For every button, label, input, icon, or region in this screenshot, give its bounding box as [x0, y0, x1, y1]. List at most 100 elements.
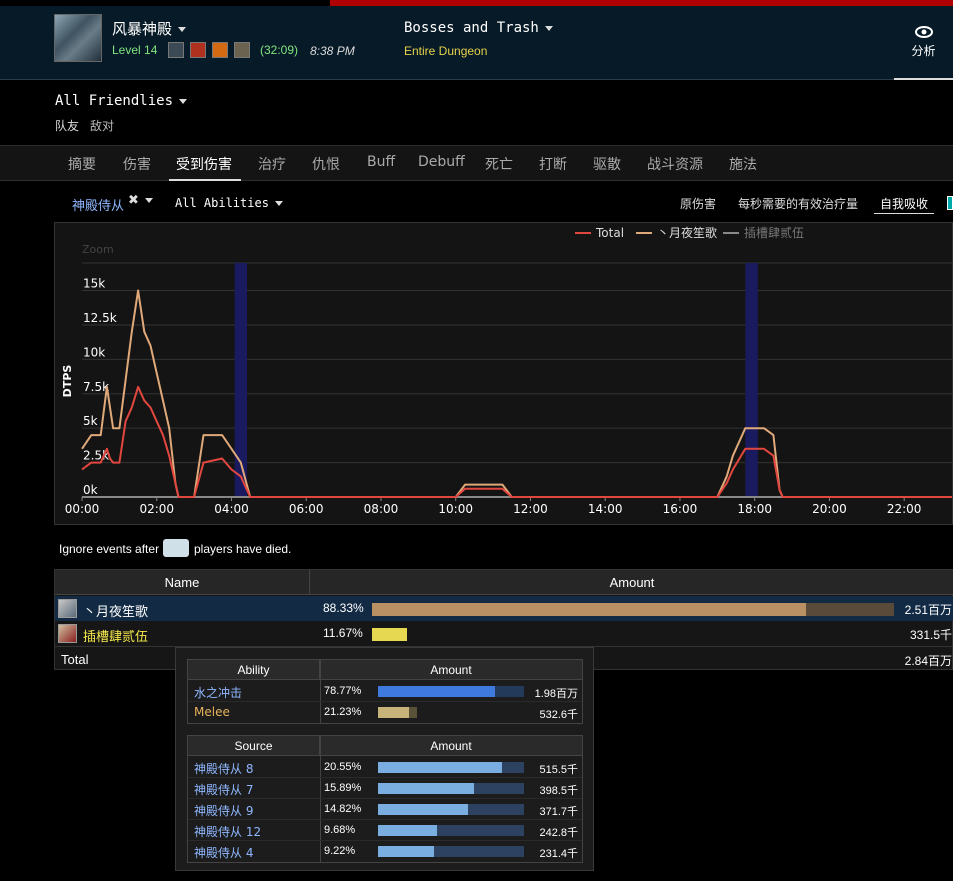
source-row[interactable]: 神殿侍从 4 9.22% 231.4千 — [188, 841, 582, 862]
group-filter-dropdown[interactable]: All Friendlies — [55, 93, 188, 109]
fight-name: Bosses and Trash — [404, 20, 539, 36]
tab-deaths[interactable]: 死亡 — [485, 154, 513, 174]
option-self-absorb[interactable]: 自我吸收 — [880, 195, 928, 212]
target-filter-label[interactable]: 神殿侍从 — [72, 195, 124, 214]
ability-row[interactable]: 水之冲击 78.77% 1.98百万 — [188, 681, 582, 702]
view-tab-bar: 摘要 伤害 受到伤害 治疗 仇恨 Buff Debuff 死亡 打断 驱散 战斗… — [0, 145, 953, 181]
group-filter-label: All Friendlies — [55, 93, 174, 109]
zone-name: 风暴神殿 — [112, 20, 173, 38]
analyze-button[interactable]: 分析 — [894, 6, 953, 80]
affix-icon-4 — [234, 42, 250, 58]
source-percent: 20.55% — [324, 761, 362, 773]
column-header-name[interactable]: Name — [55, 570, 310, 595]
y-tick-label: 15k — [83, 277, 105, 291]
source-breakdown-table: Source Amount 神殿侍从 8 20.55% 515.5千 神殿侍从 7 15… — [187, 735, 583, 863]
ability-filter-label: All Abilities — [175, 196, 269, 210]
x-tick-label: 08:00 — [364, 502, 399, 516]
fight-selector[interactable]: Bosses and Trash — [404, 20, 553, 36]
player-name[interactable]: 丶月夜笙歌 — [83, 601, 148, 620]
player-amount: 331.5千 — [909, 628, 952, 642]
tab-threat[interactable]: 仇恨 — [312, 154, 340, 174]
source-amount: 231.4千 — [539, 848, 578, 860]
player-name[interactable]: 插槽肆贰伍 — [83, 626, 148, 645]
x-tick-label: 20:00 — [812, 502, 847, 516]
source-percent: 9.68% — [324, 824, 356, 836]
x-tick-label: 02:00 — [139, 502, 174, 516]
ignore-label-before: Ignore events after — [59, 542, 160, 556]
column-header-amount: Amount — [320, 736, 582, 756]
column-header-amount: Amount — [320, 660, 582, 680]
option-toggle[interactable] — [947, 196, 953, 210]
amount-bar — [378, 846, 434, 857]
source-percent: 14.82% — [324, 803, 362, 815]
y-tick-label: 12.5k — [83, 311, 117, 325]
x-tick-label: 10:00 — [438, 502, 473, 516]
amount-bar — [372, 603, 806, 616]
fight-subtitle: Entire Dungeon — [404, 44, 488, 58]
amount-bar — [378, 825, 437, 836]
ability-name[interactable]: Melee — [194, 705, 230, 719]
source-name[interactable]: 神殿侍从 8 — [194, 760, 253, 777]
chevron-down-icon[interactable] — [144, 198, 153, 203]
class-icon-warrior — [58, 599, 77, 618]
source-name[interactable]: 神殿侍从 12 — [194, 823, 261, 840]
y-tick-label: 0k — [83, 483, 98, 497]
tab-damage-taken[interactable]: 受到伤害 — [176, 154, 232, 174]
tab-buffs[interactable]: Buff — [367, 154, 395, 170]
chevron-down-icon — [274, 201, 283, 206]
source-row[interactable]: 神殿侍从 7 15.89% 398.5千 — [188, 778, 582, 799]
tab-interrupts[interactable]: 打断 — [539, 154, 567, 174]
friendly-filter-link[interactable]: 队友 — [55, 117, 79, 134]
column-header-amount[interactable]: Amount — [310, 570, 953, 595]
x-tick-label: 06:00 — [289, 502, 324, 516]
affix-icon-1 — [168, 42, 184, 58]
ability-row[interactable]: Melee 21.23% 532.6千 — [188, 702, 582, 723]
run-clock-time: 8:38 PM — [310, 44, 355, 58]
source-name[interactable]: 神殿侍从 4 — [194, 844, 253, 861]
amount-bar — [378, 707, 409, 718]
source-row[interactable]: 神殿侍从 9 14.82% 371.7千 — [188, 799, 582, 820]
tab-resources[interactable]: 战斗资源 — [647, 154, 703, 174]
target-filter-controls[interactable]: ✖ — [128, 193, 153, 208]
source-row[interactable]: 神殿侍从 12 9.68% 242.8千 — [188, 820, 582, 841]
source-name[interactable]: 神殿侍从 7 — [194, 781, 253, 798]
tab-debuffs[interactable]: Debuff — [418, 154, 465, 170]
dtps-chart[interactable]: 0k 2.5k 5k 7.5k 10k 12.5k 15k Zoom 00:00 02:00 04:… — [54, 222, 953, 525]
option-healing-needed[interactable]: 每秒需要的有效治疗量 — [738, 195, 858, 212]
zoom-label: Zoom — [82, 243, 114, 256]
class-icon-paladin — [58, 624, 77, 643]
tab-summary[interactable]: 摘要 — [68, 154, 96, 174]
chevron-down-icon — [178, 27, 187, 32]
ability-amount: 1.98百万 — [534, 688, 578, 700]
total-label: Total — [61, 652, 89, 667]
amount-bar — [378, 783, 474, 794]
tab-damage-done[interactable]: 伤害 — [123, 154, 151, 174]
table-row[interactable]: 插槽肆贰伍 11.67% 331.5千 — [55, 621, 953, 646]
tab-dispels[interactable]: 驱散 — [593, 154, 621, 174]
player-percent: 88.33% — [323, 601, 364, 615]
table-row[interactable]: 丶月夜笙歌 88.33% 2.51百万 — [55, 596, 953, 621]
column-header-source: Source — [188, 736, 320, 756]
ignore-deaths-input[interactable] — [163, 539, 189, 557]
amount-bar — [378, 804, 468, 815]
run-timer: (32:09) — [260, 43, 299, 57]
analyze-label: 分析 — [911, 44, 936, 58]
x-tick-label: 16:00 — [663, 502, 698, 516]
tab-casts[interactable]: 施法 — [729, 154, 757, 174]
player-percent: 11.67% — [323, 626, 363, 640]
ability-percent: 78.77% — [324, 685, 362, 697]
source-amount: 371.7千 — [539, 806, 578, 818]
close-icon[interactable]: ✖ — [128, 193, 139, 208]
zone-selector[interactable]: 风暴神殿 — [112, 18, 187, 39]
series-line — [81, 385, 952, 498]
source-name[interactable]: 神殿侍从 9 — [194, 802, 253, 819]
option-raw-damage[interactable]: 原伤害 — [680, 195, 716, 212]
source-row[interactable]: 神殿侍从 8 20.55% 515.5千 — [188, 757, 582, 778]
dtps-chart-svg: 0k2.5k5k7.5k10k12.5k15kZoom00:00 02:00 04:… — [61, 225, 952, 516]
y-axis-label: DTPS — [61, 365, 74, 398]
legend-label: Total — [595, 226, 624, 240]
enemy-filter-link[interactable]: 敌对 — [90, 117, 114, 134]
ability-filter-dropdown[interactable]: All Abilities — [175, 196, 283, 210]
ability-name[interactable]: 水之冲击 — [194, 684, 242, 701]
tab-healing[interactable]: 治疗 — [258, 154, 286, 174]
